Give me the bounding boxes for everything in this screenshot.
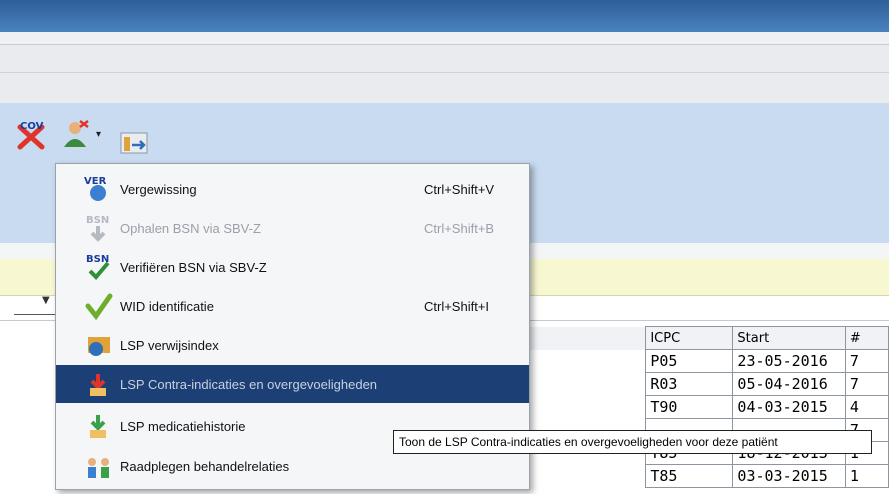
column-header-start[interactable]: Start — [732, 326, 846, 350]
menu-item-verifieren-bsn[interactable]: BSN Verifiëren BSN via SBV-Z — [56, 248, 529, 286]
start-cell: 03-03-2015 — [732, 464, 846, 488]
extra-cell: 7 — [844, 349, 889, 373]
cov-icon: COV — [17, 121, 45, 150]
menu-bar — [0, 44, 889, 104]
column-header-extra[interactable]: # — [844, 326, 889, 350]
bsn-verify-icon: BSN — [82, 253, 116, 281]
start-cell: 04-03-2015 — [732, 395, 846, 419]
title-separator — [0, 32, 889, 44]
menu-item-shortcut: Ctrl+Shift+B — [424, 220, 495, 236]
cov-button[interactable]: COV — [14, 117, 48, 151]
svg-text:VER: VER — [84, 176, 107, 187]
menu-item-label: Vergewissing — [120, 181, 197, 197]
menu-item-label: LSP verwijsindex — [120, 337, 219, 353]
menu-item-shortcut: Ctrl+Shift+V — [424, 181, 495, 197]
menu-item-vergewissing[interactable]: VER Vergewissing Ctrl+Shift+V — [56, 170, 529, 208]
menu-item-label: WID identificatie — [120, 298, 214, 314]
svg-text:BSN: BSN — [86, 215, 109, 226]
episodes-table: ICPC Start # P05 23-05-2016 7 R03 05-04-201… — [520, 326, 889, 494]
table-row[interactable]: T90 04-03-2015 4 — [520, 395, 889, 419]
table-row[interactable]: P05 23-05-2016 7 — [520, 349, 889, 373]
user-dropdown-button[interactable] — [60, 117, 94, 151]
svg-text:BSN: BSN — [86, 254, 109, 265]
column-header-icpc[interactable]: ICPC — [645, 326, 734, 350]
chevron-down-icon: ▼ — [42, 295, 50, 306]
start-cell: 05-04-2016 — [732, 372, 846, 396]
verwijsindex-icon — [82, 331, 116, 359]
svg-text:COV: COV — [20, 121, 44, 132]
menu-item-label: LSP Contra-indicaties en overgevoelighed… — [120, 376, 378, 392]
menu-item-lsp-verwijsindex[interactable]: LSP verwijsindex — [56, 326, 529, 364]
menu-item-shortcut: Ctrl+Shift+I — [424, 298, 490, 314]
export-icon — [120, 132, 148, 154]
icpc-cell: R03 — [645, 372, 734, 396]
window-title-bar — [0, 0, 889, 32]
menu-item-ophalen-bsn[interactable]: BSN Ophalen BSN via SBV-Z Ctrl+Shift+B — [56, 209, 529, 247]
user-dropdown-icon — [64, 120, 89, 147]
menu-bar-divider — [0, 72, 889, 73]
column-header-blank — [520, 326, 646, 350]
menu-item-label: Verifiëren BSN via SBV-Z — [120, 259, 267, 275]
export-button[interactable] — [118, 125, 152, 159]
table-row[interactable]: T85 03-03-2015 1 — [520, 464, 889, 488]
medicatiehistorie-icon — [82, 412, 116, 440]
icpc-cell: P05 — [645, 349, 734, 373]
tooltip: Toon de LSP Contra-indicaties en overgev… — [393, 430, 872, 454]
menu-item-lsp-contra-indicaties[interactable]: LSP Contra-indicaties en overgevoelighed… — [56, 365, 529, 403]
behandelrelaties-icon — [82, 452, 116, 480]
extra-cell: 4 — [844, 395, 889, 419]
table-row[interactable]: R03 05-04-2016 7 — [520, 372, 889, 396]
start-cell: 23-05-2016 — [732, 349, 846, 373]
menu-item-label: Ophalen BSN via SBV-Z — [120, 220, 261, 236]
chevron-down-icon[interactable]: ▾ — [96, 129, 101, 140]
menu-item-wid-identificatie[interactable]: WID identificatie Ctrl+Shift+I — [56, 287, 529, 325]
menu-item-label: LSP medicatiehistorie — [120, 418, 246, 434]
vergewissing-icon: VER — [82, 175, 116, 203]
menu-item-label: Raadplegen behandelrelaties — [120, 458, 290, 474]
checkmark-icon — [82, 292, 116, 320]
icpc-cell: T85 — [645, 464, 734, 488]
filter-combo[interactable]: ▼ — [14, 292, 60, 315]
bsn-download-icon: BSN — [82, 214, 116, 242]
contra-indicaties-icon — [82, 370, 116, 398]
icpc-cell: T90 — [645, 395, 734, 419]
extra-cell: 1 — [844, 464, 889, 488]
extra-cell: 7 — [844, 372, 889, 396]
